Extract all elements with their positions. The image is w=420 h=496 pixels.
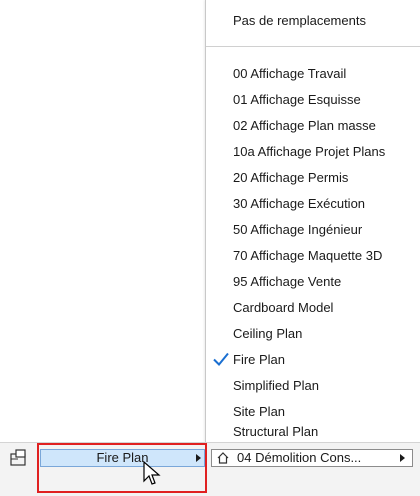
menu-item[interactable]: Cardboard Model bbox=[206, 295, 420, 320]
highlight-box bbox=[37, 443, 207, 493]
house-icon bbox=[217, 452, 229, 464]
menu-item[interactable]: Ceiling Plan bbox=[206, 321, 420, 346]
menu-item[interactable]: 50 Affichage Ingénieur bbox=[206, 217, 420, 242]
menu-item[interactable]: 00 Affichage Travail bbox=[206, 61, 420, 86]
menu-separator bbox=[206, 46, 420, 47]
menu-item[interactable]: 70 Affichage Maquette 3D bbox=[206, 243, 420, 268]
layout-icon[interactable] bbox=[8, 448, 30, 468]
menu-item[interactable]: 30 Affichage Exécution bbox=[206, 191, 420, 216]
menu-item[interactable]: 95 Affichage Vente bbox=[206, 269, 420, 294]
menu-item[interactable]: Simplified Plan bbox=[206, 373, 420, 398]
menu-item[interactable]: 01 Affichage Esquisse bbox=[206, 87, 420, 112]
menu-item-no-override[interactable]: Pas de remplacements bbox=[206, 8, 420, 33]
menu-item[interactable]: 10a Affichage Projet Plans bbox=[206, 139, 420, 164]
menu-item[interactable]: 20 Affichage Permis bbox=[206, 165, 420, 190]
graphic-override-menu: Pas de remplacements 00 Affichage Travai… bbox=[205, 0, 420, 442]
menu-item[interactable]: 02 Affichage Plan masse bbox=[206, 113, 420, 138]
renovation-filter-field[interactable]: 04 Démolition Cons... bbox=[211, 449, 413, 467]
chevron-right-icon bbox=[400, 454, 405, 462]
menu-item-label: Fire Plan bbox=[233, 352, 286, 367]
checkmark-icon bbox=[213, 352, 229, 366]
menu-item-selected[interactable]: Fire Plan bbox=[206, 347, 420, 372]
menu-item[interactable]: Structural Plan bbox=[206, 422, 420, 442]
mouse-cursor-icon bbox=[143, 461, 161, 485]
renovation-filter-value: 04 Démolition Cons... bbox=[237, 450, 362, 465]
menu-item[interactable]: Site Plan bbox=[206, 399, 420, 424]
